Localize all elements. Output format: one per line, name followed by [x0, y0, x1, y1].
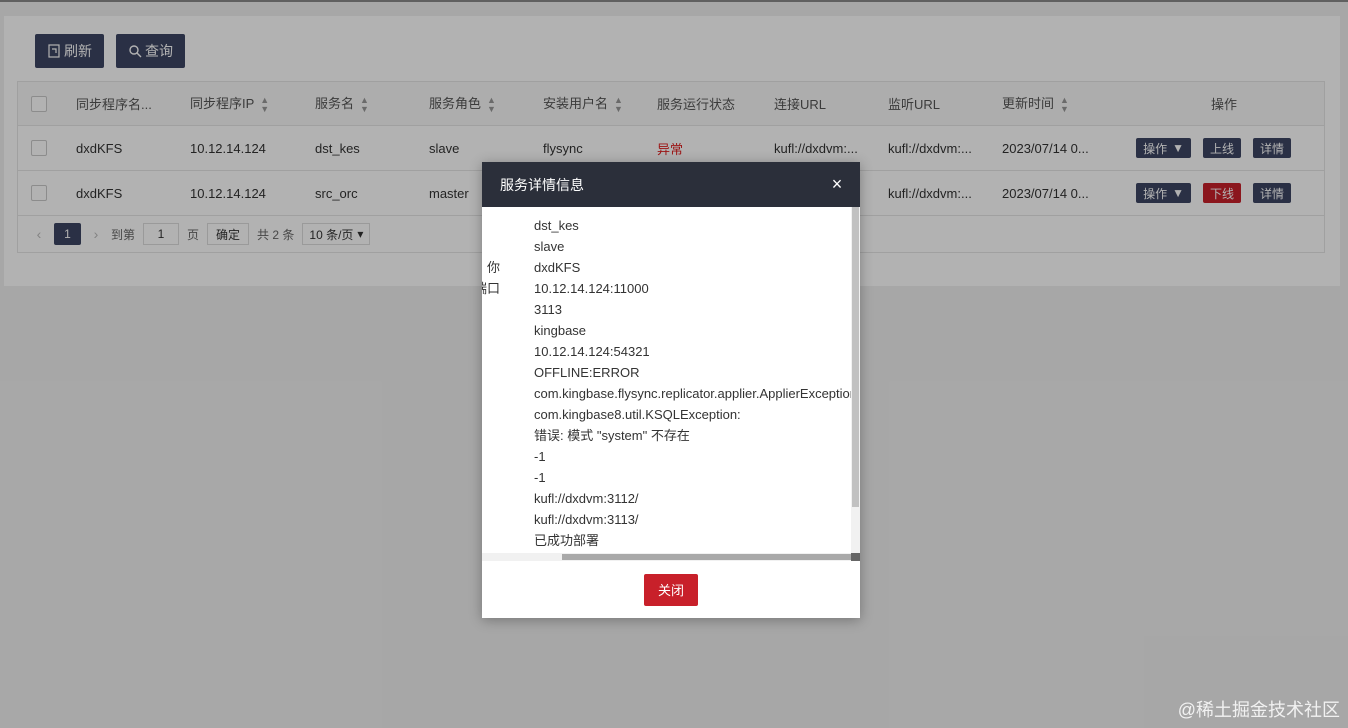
detail-row: slave	[534, 239, 565, 254]
detail-row: 你 dxdKFS	[486, 260, 581, 275]
detail-row: 端口10.12.14.124:11000	[482, 281, 649, 296]
dialog-title: 服务详情信息	[500, 176, 584, 193]
detail-row: dst_kes	[534, 218, 579, 233]
detail-row: 已成功部署	[534, 533, 600, 548]
dialog-footer: 关闭	[482, 561, 860, 618]
scrollbar-corner	[851, 553, 860, 561]
detail-row: com.kingbase.flysync.replicator.applier.…	[534, 386, 860, 401]
close-button[interactable]: 关闭	[644, 573, 698, 606]
close-icon[interactable]: ×	[828, 174, 846, 194]
dialog-header: 服务详情信息 ×	[482, 162, 860, 207]
watermark: @稀土掘金技术社区	[1177, 700, 1340, 720]
vertical-scrollbar[interactable]	[851, 207, 860, 553]
detail-row: -1	[534, 449, 546, 464]
horizontal-scrollbar[interactable]	[482, 553, 860, 561]
detail-row: 错误: 模式 "system" 不存在	[534, 428, 690, 443]
detail-list: dst_kes slave 你dxdKFS 端口10.12.14.124:110…	[482, 215, 860, 551]
vertical-scroll-thumb[interactable]	[852, 207, 859, 507]
dialog-body[interactable]: dst_kes slave 你dxdKFS 端口10.12.14.124:110…	[482, 207, 860, 561]
horizontal-scroll-thumb[interactable]	[562, 554, 852, 560]
detail-row: 3113	[534, 302, 562, 317]
detail-row: OFFLINE:ERROR	[534, 365, 640, 380]
detail-row: com.kingbase8.util.KSQLException:	[534, 407, 741, 422]
detail-row: 10.12.14.124:54321	[534, 344, 650, 359]
detail-row: -1	[534, 470, 546, 485]
detail-row: kufl://dxdvm:3112/	[534, 491, 639, 506]
detail-row: kingbase	[534, 323, 587, 338]
service-detail-dialog: 服务详情信息 × dst_kes slave 你dxdKFS 端口10.12.1…	[482, 162, 860, 618]
detail-row: kufl://dxdvm:3113/	[534, 512, 639, 527]
